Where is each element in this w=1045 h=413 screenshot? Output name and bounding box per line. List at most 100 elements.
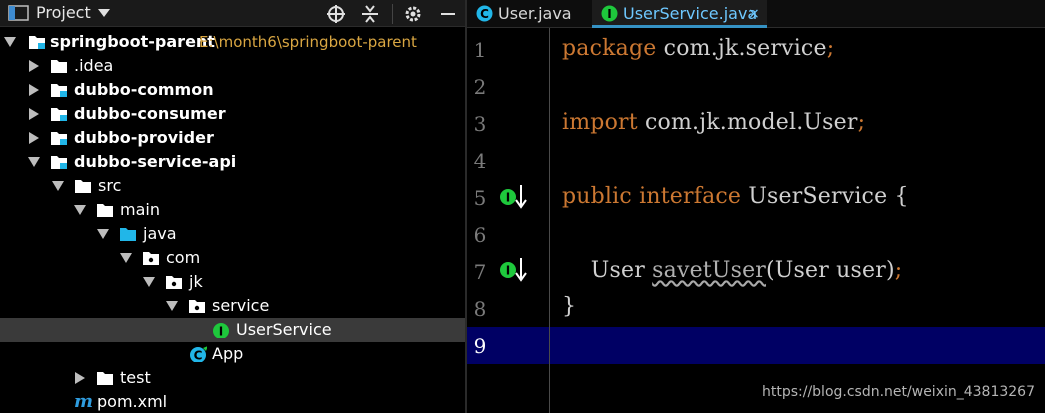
tree-item-jk[interactable]: jk <box>0 270 465 294</box>
svg-text:I: I <box>607 7 611 21</box>
collapsed-arrow-icon[interactable] <box>28 60 40 72</box>
project-view-icon <box>8 5 29 21</box>
tree-item-dubbo-provider[interactable]: dubbo-provider <box>0 126 465 150</box>
tree-item-dubbo-consumer[interactable]: dubbo-consumer <box>0 102 465 126</box>
tree-item-pom[interactable]: m pom.xml <box>0 390 465 413</box>
maven-icon: m <box>74 391 94 412</box>
tree-item-app[interactable]: C App <box>0 342 465 366</box>
line-number-current: 9 <box>473 334 487 358</box>
svg-text:C: C <box>480 7 489 21</box>
tree-item-service[interactable]: service <box>0 294 465 318</box>
code-text: com.jk.service <box>656 36 827 61</box>
interface-icon: I <box>213 323 229 339</box>
project-title[interactable]: Project <box>36 3 91 22</box>
expanded-arrow-icon[interactable] <box>4 36 16 48</box>
keyword: package <box>562 36 657 61</box>
method-name-warning[interactable]: savetUser <box>652 258 766 283</box>
watermark: https://blog.csdn.net/weixin_43813267 <box>761 384 1035 400</box>
tree-item-main[interactable]: main <box>0 198 465 222</box>
collapse-all-icon[interactable] <box>360 4 380 24</box>
package-icon <box>189 300 205 313</box>
expanded-arrow-icon[interactable] <box>52 180 64 192</box>
line-number: 1 <box>473 38 487 62</box>
collapsed-arrow-icon[interactable] <box>74 372 86 384</box>
project-path: E:\month6\springboot-parent <box>199 33 417 51</box>
locate-crosshair-icon[interactable] <box>326 4 346 24</box>
tree-item-label: src <box>98 176 122 195</box>
expanded-arrow-icon[interactable] <box>143 276 155 288</box>
code-text: (User user) <box>766 258 895 283</box>
folder-icon <box>75 180 91 193</box>
package-icon <box>143 252 159 265</box>
tree-item-label: service <box>212 296 270 315</box>
tree-item-label: springboot-parent <box>50 32 215 51</box>
expanded-arrow-icon[interactable] <box>166 300 178 312</box>
tree-item-label: UserService <box>236 320 332 339</box>
tree-item-label: java <box>143 224 177 243</box>
line-number: 6 <box>473 223 487 247</box>
header-divider <box>392 4 393 24</box>
source-folder-icon <box>120 228 136 241</box>
project-panel-header: Project <box>0 0 465 27</box>
tree-item-userservice[interactable]: I UserService <box>0 318 465 342</box>
tree-item-java[interactable]: java <box>0 222 465 246</box>
tree-item-dubbo-service-api[interactable]: dubbo-service-api <box>0 150 465 174</box>
tree-item-label: jk <box>189 272 203 291</box>
package-icon <box>166 276 182 289</box>
module-folder-icon <box>29 36 45 49</box>
editor-tab-bar: C User.java I UserService.java × <box>467 0 1045 28</box>
tree-item-label: test <box>120 368 151 387</box>
line-number: 8 <box>473 297 487 321</box>
tree-item-com[interactable]: com <box>0 246 465 270</box>
tree-item-label: com <box>166 248 201 267</box>
keyword: import <box>562 110 638 135</box>
keyword: public <box>562 184 632 209</box>
close-icon[interactable]: × <box>748 0 760 28</box>
module-folder-icon <box>51 108 67 121</box>
tree-item-label: dubbo-provider <box>74 128 214 147</box>
collapsed-arrow-icon[interactable] <box>28 132 40 144</box>
code-line-7: User savetUser(User user); <box>562 258 902 283</box>
gutter-separator <box>549 28 550 413</box>
tree-item-label: main <box>120 200 160 219</box>
tab-user-java[interactable]: C User.java <box>467 0 592 28</box>
folder-icon <box>97 372 113 385</box>
folder-icon <box>51 60 67 73</box>
class-icon: C <box>190 346 207 363</box>
line-number: 7 <box>473 260 487 284</box>
keyword: interface <box>639 184 742 209</box>
tab-userservice-java[interactable]: I UserService.java × <box>592 0 767 28</box>
tree-item-springboot-parent[interactable]: springboot-parent E:\month6\springboot-p… <box>0 30 465 54</box>
module-folder-icon <box>51 132 67 145</box>
code-text: com.jk.model.User <box>637 110 858 135</box>
tree-item-label: pom.xml <box>97 392 168 411</box>
folder-icon <box>97 204 113 217</box>
svg-text:I: I <box>506 264 510 278</box>
line-number: 5 <box>473 186 487 210</box>
current-line-highlight <box>467 327 1045 364</box>
module-folder-icon <box>51 156 67 169</box>
svg-text:C: C <box>194 349 203 363</box>
tab-label: UserService.java <box>623 4 758 23</box>
tab-label: User.java <box>498 4 572 23</box>
code-line-5: public interface UserService { <box>562 184 909 209</box>
svg-text:I: I <box>506 191 510 205</box>
tree-item-src[interactable]: src <box>0 174 465 198</box>
implemented-by-icon[interactable]: I <box>499 183 529 211</box>
chevron-down-icon[interactable] <box>98 9 110 19</box>
expanded-arrow-icon[interactable] <box>120 252 132 264</box>
expanded-arrow-icon[interactable] <box>28 156 40 168</box>
expanded-arrow-icon[interactable] <box>97 228 109 240</box>
gear-icon[interactable] <box>403 4 423 24</box>
collapsed-arrow-icon[interactable] <box>28 84 40 96</box>
expanded-arrow-icon[interactable] <box>74 204 86 216</box>
svg-text:I: I <box>219 325 223 339</box>
tree-item-dubbo-common[interactable]: dubbo-common <box>0 78 465 102</box>
implemented-by-icon[interactable]: I <box>499 256 529 284</box>
minimize-icon[interactable] <box>438 4 458 24</box>
collapsed-arrow-icon[interactable] <box>28 108 40 120</box>
tree-item-label: dubbo-consumer <box>74 104 226 123</box>
tree-item-test[interactable]: test <box>0 366 465 390</box>
tree-item-idea[interactable]: .idea <box>0 54 465 78</box>
semicolon: ; <box>857 110 866 135</box>
